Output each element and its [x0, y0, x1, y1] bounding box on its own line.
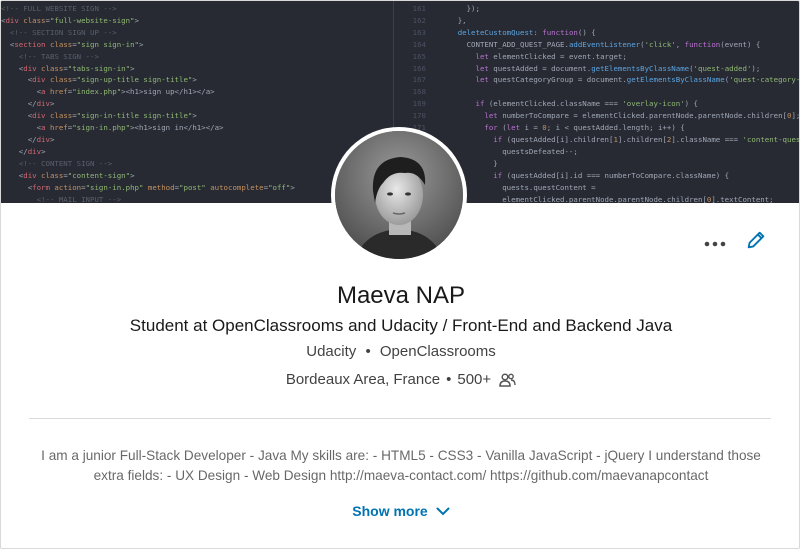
connections-count[interactable]: 500+: [457, 371, 491, 388]
code-right-line: for (let i = 0; i < questAdded.length; i…: [484, 123, 685, 133]
profile-summary: I am a junior Full-Stack Developer - Jav…: [41, 448, 761, 483]
line-number: 163: [412, 27, 426, 37]
profile-photo-frame[interactable]: [331, 127, 467, 263]
code-right-line: elementClicked.parentNode.parentNode.chi…: [431, 194, 774, 204]
profile-headline: Student at OpenClassrooms and Udacity / …: [129, 316, 673, 335]
code-left-line: <div class="sign-in-title sign-title">: [1, 111, 197, 121]
line-number: 166: [412, 63, 426, 73]
code-left-line: </div>: [1, 146, 46, 156]
code-left-line: <div class="sign-up-title sign-title">: [1, 75, 197, 85]
code-right-line: if (elementClicked.className === 'overla…: [475, 99, 699, 109]
code-right-line: [431, 86, 799, 98]
show-more-button[interactable]: Show more: [1, 503, 799, 519]
location-separator: •: [446, 371, 452, 388]
code-right-line: quests.questContent =: [431, 182, 601, 192]
more-horizontal-icon: [704, 234, 726, 252]
code-right-line: let elementClicked = event.target;: [475, 51, 627, 61]
code-left-line: <div class="full-website-sign">: [1, 15, 139, 25]
line-number: 170: [412, 111, 426, 121]
code-left-line: <div class="tabs-sign-in">: [1, 63, 135, 73]
line-number: 161: [412, 4, 426, 13]
code-left-line: <!-- FULL WEBSITE SIGN -->: [1, 4, 117, 13]
profile-card: <!-- FULL WEBSITE SIGN --> <div class="fu…: [0, 0, 800, 549]
code-left-line: </div>: [1, 134, 55, 144]
code-left-line: <section class="sign sign-in">: [1, 39, 144, 49]
code-left-line: <a href="index.php"><h1>sign up</h1></a>: [1, 87, 215, 97]
code-right-line: CONTENT_ADD_QUEST_PAGE.addEventListener(…: [431, 39, 761, 49]
more-actions-button[interactable]: [700, 229, 730, 257]
company-separator: •: [365, 343, 371, 360]
profile-location-row: Bordeaux Area, France • 500+: [1, 371, 799, 388]
code-left-line: <!-- SECTION SIGN UP -->: [9, 27, 117, 37]
people-icon[interactable]: [499, 372, 516, 387]
chevron-down-icon: [436, 503, 450, 519]
profile-photo[interactable]: [335, 131, 463, 259]
code-right-line: questsDefeated--;: [431, 146, 578, 156]
code-left-line: </div>: [1, 99, 55, 109]
code-right-line: let numberToCompare = elementClicked.par…: [484, 111, 800, 121]
line-number: 167: [412, 75, 426, 85]
line-number: 168: [412, 87, 426, 97]
show-more-label: Show more: [352, 503, 428, 519]
code-right-line: });: [431, 4, 480, 13]
line-number: 165: [412, 51, 426, 61]
company-udacity-link[interactable]: Udacity: [306, 343, 356, 360]
code-right-line: }: [431, 158, 498, 168]
code-right-line: let questCategoryGroup = document.getEle…: [475, 75, 800, 85]
company-openclassrooms-link[interactable]: OpenClassrooms: [380, 343, 496, 360]
code-right-line: let questAdded = document.getElementsByC…: [475, 63, 761, 73]
line-number: 169: [412, 99, 426, 109]
code-right-line: if (questAdded[i].id === numberToCompare…: [493, 170, 730, 180]
section-divider: [29, 418, 771, 419]
banner-code-right: }); }, deleteCustomQuest: function() { C…: [431, 1, 800, 204]
profile-name: Maeva NAP: [336, 282, 466, 309]
line-number: 162: [412, 15, 426, 25]
code-right-line: if (questAdded[i].children[1].children[2…: [493, 134, 800, 144]
code-left-line: <!-- TABS SIGN -->: [18, 51, 99, 61]
pencil-icon: [745, 229, 767, 256]
code-right-line: deleteCustomQuest: function() {: [457, 27, 596, 37]
profile-location: Bordeaux Area, France: [285, 371, 441, 388]
code-right-line: },: [431, 15, 467, 25]
line-number: 164: [412, 39, 426, 49]
profile-companies: Udacity • OpenClassrooms: [1, 343, 799, 360]
code-left-line: <a href="sign-in.php"><h1>sign in</h1></…: [1, 123, 224, 133]
edit-profile-button[interactable]: [741, 227, 771, 257]
